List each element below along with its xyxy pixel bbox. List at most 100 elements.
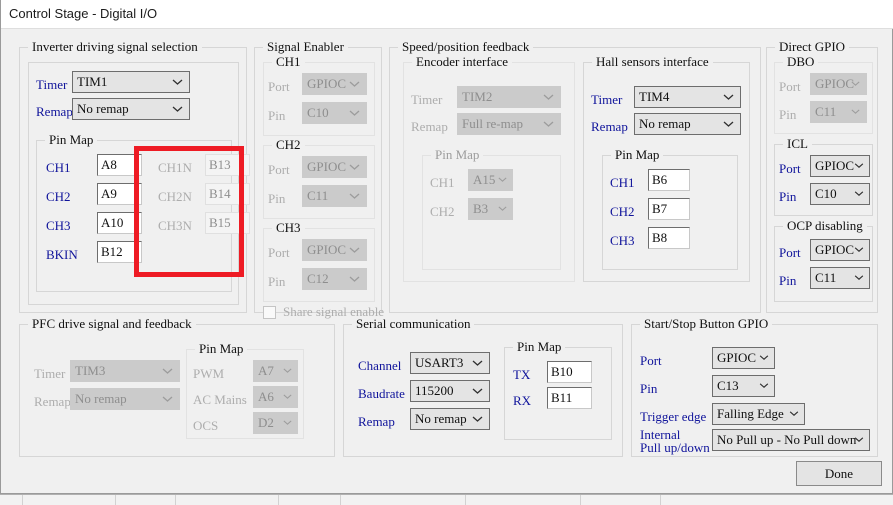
inverter-pin-label-ch1: CH1 [46,160,71,175]
serial-remap-value: No remap [415,411,467,426]
hall-remap-label: Remap [591,119,628,134]
inverter-pin-label-bkin: BKIN [46,247,78,262]
se-ch1-port-label: Port [268,79,290,94]
group-serial-pin-map: Pin Map TX B10 RX B11 [504,340,612,440]
start-stop-port-combo[interactable]: GPIOC [712,347,775,369]
se-ch2-pin-combo: C11 [302,185,367,207]
done-button[interactable]: Done [796,461,882,486]
hall-timer-value: TIM4 [639,89,670,104]
group-serial-communication: Serial communication Channel USART3 Baud… [343,317,623,457]
group-inverter-pin-map: Pin Map CH1 A8 CH2 A9 CH3 A10 BKIN B12 C… [36,133,250,292]
pfc-pin-label-ac-mains: AC Mains [193,392,247,407]
group-title: Hall sensors interface [592,55,713,69]
ocp-port-combo[interactable]: GPIOC [810,239,870,261]
dbo-port-label: Port [779,79,801,94]
inverter-pin-input-ch3n: B15 [205,212,250,234]
share-signal-enable-checkbox [263,305,276,319]
se-ch1-pin-combo: C10 [302,102,367,124]
se-ch2-port-value: GPIOC [307,159,347,174]
group-direct-gpio-ocp-disabling: OCP disabling Port GPIOC Pin C11 [774,219,873,302]
start-stop-trigger-edge-combo[interactable]: Falling Edge [712,403,805,425]
ocp-pin-combo[interactable]: C11 [810,267,870,289]
group-direct-gpio: Direct GPIO DBO Port GPIOC Pin C11 ICL P… [766,40,878,313]
serial-pin-input-rx[interactable]: B11 [547,387,592,409]
serial-pin-input-tx[interactable]: B10 [547,361,592,383]
icl-pin-combo[interactable]: C10 [810,183,870,205]
chevron-down-icon [854,191,865,198]
inverter-timer-combo[interactable]: TIM1 [72,71,190,93]
pfc-pin-value-ocs: D2 [258,415,274,430]
start-stop-trigger-edge-label: Trigger edge [640,409,707,424]
encoder-timer-value: TIM2 [462,89,493,104]
chevron-down-icon [349,193,360,200]
group-signal-enabler: Signal Enabler CH1 Port GPIOC Pin C10 CH… [254,40,384,319]
se-ch3-port-value: GPIOC [307,242,347,257]
dbo-pin-value: C11 [815,104,837,119]
chevron-down-icon [854,275,865,282]
group-title: PFC drive signal and feedback [28,317,196,331]
inverter-pin-input-ch2n: B14 [205,183,250,205]
inverter-pin-input-bkin[interactable]: B12 [97,241,142,263]
chevron-down-icon [498,206,509,213]
start-stop-port-value: GPIOC [717,350,757,365]
serial-remap-combo[interactable]: No remap [410,408,490,430]
se-ch2-pin-label: Pin [268,191,286,206]
inverter-pin-input-ch1[interactable]: A8 [97,154,142,176]
se-ch3-pin-value: C12 [307,271,329,286]
group-title: OCP disabling [783,219,867,233]
icl-port-combo[interactable]: GPIOC [810,155,870,177]
pfc-pin-value-ac-mains: A6 [258,389,274,404]
se-ch2-port-label: Port [268,162,290,177]
inverter-pin-value-ch3n: B15 [209,215,231,230]
chevron-down-icon [543,121,554,128]
serial-baudrate-combo[interactable]: 115200 [410,380,490,402]
pfc-remap-label: Remap [34,394,71,409]
inverter-pin-label-ch1n: CH1N [158,160,192,175]
serial-channel-combo[interactable]: USART3 [410,352,490,374]
pfc-pin-label-ocs: OCS [193,418,219,433]
inverter-pin-input-ch3[interactable]: A10 [97,212,142,234]
hall-timer-combo[interactable]: TIM4 [634,86,741,108]
inverter-pin-value-ch2n: B14 [209,186,231,201]
chevron-down-icon [349,247,360,254]
group-signal-enabler-ch3: CH3 Port GPIOC Pin C12 [263,221,375,302]
hall-pin-label-ch1: CH1 [610,175,635,190]
inverter-pin-label-ch3n: CH3N [158,218,192,233]
inverter-pin-value-ch2: A9 [101,186,117,201]
inverter-pin-value-ch1: A8 [101,157,117,172]
dbo-port-combo: GPIOC [810,73,867,95]
hall-remap-value: No remap [639,116,691,131]
group-title: CH3 [272,221,305,235]
group-title: Speed/position feedback [398,40,534,54]
inverter-remap-combo[interactable]: No remap [72,98,190,120]
pfc-pin-value-pwm: A7 [258,363,274,378]
chevron-down-icon [759,355,770,362]
group-title: Pin Map [45,133,98,147]
hall-pin-input-ch1[interactable]: B6 [648,169,690,191]
chevron-down-icon [349,81,360,88]
group-start-stop-button-gpio: Start/Stop Button GPIO Port GPIOC Pin C1… [631,317,878,457]
inverter-remap-value: No remap [77,101,129,116]
chevron-down-icon [349,276,360,283]
inverter-pin-label-ch2: CH2 [46,189,71,204]
inverter-pin-input-ch1n: B13 [205,154,250,176]
ocp-port-value: GPIOC [815,242,855,257]
hall-pin-input-ch3[interactable]: B8 [648,227,690,249]
pfc-remap-combo: No remap [70,388,180,410]
start-stop-pin-combo[interactable]: C13 [712,375,775,397]
hall-pin-label-ch3: CH3 [610,233,635,248]
dbo-port-value: GPIOC [815,76,855,91]
chevron-down-icon [172,79,183,86]
start-stop-pin-label: Pin [640,381,658,396]
hall-remap-combo[interactable]: No remap [634,113,741,135]
hall-pin-label-ch2: CH2 [610,204,635,219]
inverter-pin-input-ch2[interactable]: A9 [97,183,142,205]
hall-pin-value-ch1: B6 [652,172,668,187]
start-stop-pull-combo[interactable]: No Pull up - No Pull down [712,429,870,451]
start-stop-pull-value: No Pull up - No Pull down [717,432,857,447]
encoder-pin-value-ch1: A15 [473,172,496,187]
chevron-down-icon [283,368,294,375]
hall-pin-input-ch2[interactable]: B7 [648,198,690,220]
group-title: Pin Map [195,342,248,356]
pfc-pin-combo-ocs: D2 [253,412,298,434]
